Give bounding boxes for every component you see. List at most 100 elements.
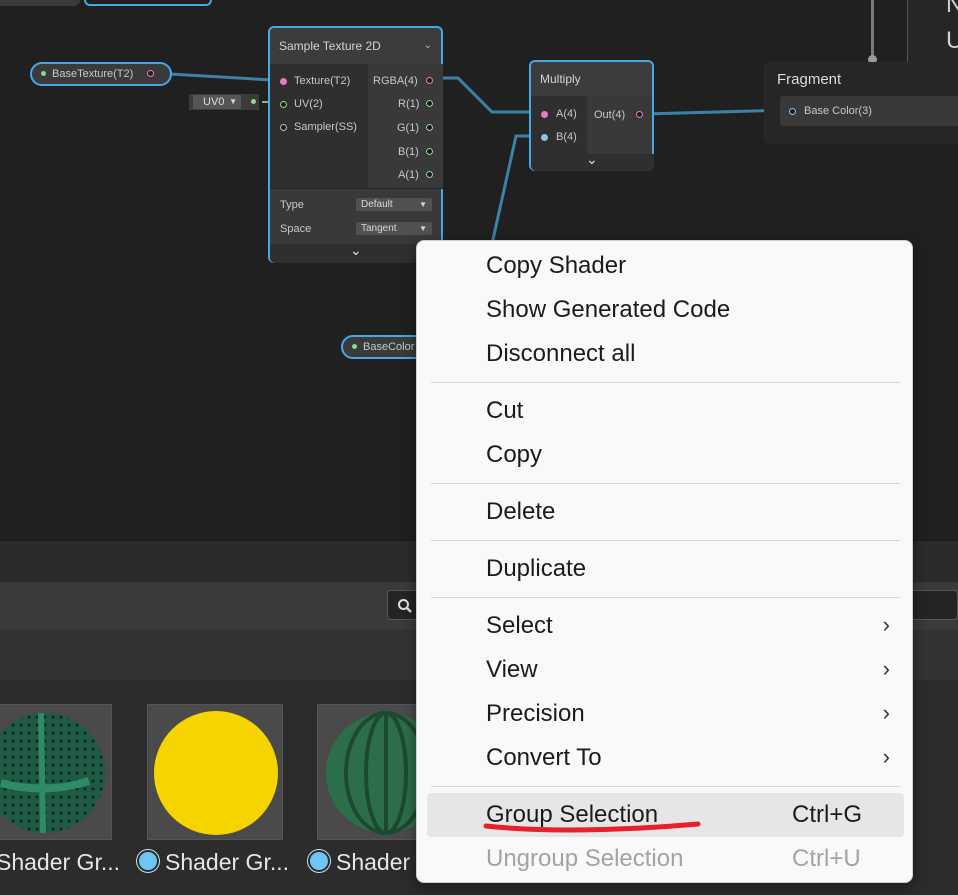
fragment-context[interactable]: Fragment Base Color(3) bbox=[764, 62, 958, 144]
menu-item-label: Select bbox=[486, 612, 553, 639]
input-label-a: A(4) bbox=[556, 108, 577, 120]
menu-item-convert-to[interactable]: Convert To › bbox=[427, 736, 904, 780]
output-label-out: Out(4) bbox=[594, 109, 626, 121]
node-title: Sample Texture 2D bbox=[279, 39, 381, 53]
asset-thumbnail-2[interactable] bbox=[147, 704, 283, 840]
submenu-arrow-icon: › bbox=[882, 612, 890, 637]
menu-item-label: View bbox=[486, 656, 538, 683]
output-port-a[interactable] bbox=[426, 171, 433, 178]
output-port-r[interactable] bbox=[426, 100, 433, 107]
output-label-r: R(1) bbox=[398, 98, 420, 110]
menu-item-disconnect-all[interactable]: Disconnect all bbox=[427, 332, 904, 376]
uv-inline-field[interactable]: UV0 ▼ bbox=[189, 94, 259, 110]
context-menu: Copy Shader Show Generated Code Disconne… bbox=[416, 240, 913, 883]
output-label-a: A(1) bbox=[398, 169, 419, 181]
asset-name: Shader bbox=[336, 849, 411, 875]
menu-item-precision[interactable]: Precision › bbox=[427, 692, 904, 736]
uv-dropdown[interactable]: UV0 ▼ bbox=[193, 95, 241, 109]
asset-thumbnail-1[interactable] bbox=[0, 704, 112, 840]
menu-item-label: Cut bbox=[486, 397, 524, 424]
uv-dropdown-value: UV0 bbox=[203, 96, 225, 108]
menu-item-label: Delete bbox=[486, 498, 556, 525]
menu-item-select[interactable]: Select › bbox=[427, 604, 904, 648]
annotation-underline bbox=[483, 821, 701, 833]
menu-item-ungroup-selection: Ungroup Selection Ctrl+U bbox=[427, 837, 904, 881]
menu-item-label: Show Generated Code bbox=[486, 296, 731, 323]
fragment-title: Fragment bbox=[777, 71, 842, 88]
asset-name: Shader Gr... bbox=[165, 849, 290, 875]
type-dropdown-value: Default bbox=[361, 199, 393, 210]
node-inputs-panel bbox=[531, 96, 587, 154]
output-port-g[interactable] bbox=[426, 124, 433, 131]
input-label-sampler: Sampler(SS) bbox=[294, 121, 357, 133]
menu-item-label: Copy bbox=[486, 441, 543, 468]
menu-separator bbox=[431, 483, 900, 484]
input-label-texture: Texture(T2) bbox=[294, 75, 351, 87]
menu-item-label: Duplicate bbox=[486, 555, 587, 582]
edge-basecolor-to-b bbox=[490, 134, 532, 245]
node-title: Multiply bbox=[540, 72, 581, 86]
node-header[interactable]: Multiply bbox=[531, 62, 652, 96]
output-port-rgba[interactable] bbox=[426, 77, 433, 84]
menu-separator bbox=[431, 540, 900, 541]
space-dropdown[interactable]: Tangent ▼ bbox=[356, 222, 432, 235]
multiply-node[interactable]: Multiply A(4) B(4) Out(4) ⌄ bbox=[529, 60, 654, 171]
dropdown-caret-icon: ▼ bbox=[419, 224, 427, 233]
menu-item-copy[interactable]: Copy bbox=[427, 433, 904, 477]
output-port-b[interactable] bbox=[426, 148, 433, 155]
asset-name: Shader Gr... bbox=[0, 849, 121, 875]
output-label-b: B(1) bbox=[398, 146, 419, 158]
fragment-block-base-color[interactable]: Base Color(3) bbox=[780, 96, 958, 126]
input-label-b: B(4) bbox=[556, 131, 577, 143]
menu-separator bbox=[431, 597, 900, 598]
type-label: Type bbox=[280, 199, 304, 211]
menu-item-duplicate[interactable]: Duplicate bbox=[427, 547, 904, 591]
sample-texture-2d-node[interactable]: Sample Texture 2D ⌄ Texture(T2) UV(2) Sa… bbox=[268, 26, 443, 263]
property-label: BaseTexture(T2) bbox=[52, 68, 134, 80]
output-label-rgba: RGBA(4) bbox=[373, 75, 418, 87]
node-header[interactable]: Sample Texture 2D ⌄ bbox=[270, 28, 441, 64]
asset-label-3[interactable]: Shader bbox=[308, 849, 410, 876]
menu-item-label: Disconnect all bbox=[486, 340, 636, 367]
space-label: Space bbox=[280, 223, 312, 235]
input-port-sampler[interactable] bbox=[280, 124, 287, 131]
menu-item-view[interactable]: View › bbox=[427, 648, 904, 692]
submenu-arrow-icon: › bbox=[882, 744, 890, 769]
property-port-dot bbox=[41, 71, 46, 76]
menu-item-shortcut: Ctrl+G bbox=[792, 801, 863, 828]
output-label-g: G(1) bbox=[397, 122, 419, 134]
sphere-preview-icon bbox=[0, 712, 105, 834]
menu-item-label: Precision bbox=[486, 700, 585, 727]
input-port-texture[interactable] bbox=[280, 78, 287, 85]
expand-chevron-icon: ⌄ bbox=[350, 242, 362, 258]
menu-item-shortcut: Ctrl+U bbox=[792, 845, 861, 872]
edge-rgba-to-a bbox=[432, 76, 532, 114]
space-dropdown-value: Tangent bbox=[361, 223, 397, 234]
sphere-preview-icon bbox=[154, 711, 278, 835]
fragment-port-base-color[interactable] bbox=[789, 108, 796, 115]
collapse-chevron-icon[interactable]: ⌄ bbox=[424, 28, 432, 64]
dropdown-caret-icon: ▼ bbox=[229, 97, 237, 106]
property-output-port[interactable] bbox=[147, 70, 154, 77]
menu-separator bbox=[431, 786, 900, 787]
fragment-port-label: Base Color(3) bbox=[804, 105, 872, 117]
menu-item-copy-shader[interactable]: Copy Shader bbox=[427, 244, 904, 288]
property-label: BaseColor bbox=[363, 341, 415, 353]
asset-label-1[interactable]: Shader Gr... bbox=[0, 849, 120, 876]
shader-graph-asset-icon bbox=[308, 850, 330, 872]
search-icon bbox=[398, 599, 412, 613]
type-dropdown[interactable]: Default ▼ bbox=[356, 198, 432, 211]
node-settings-divider bbox=[270, 188, 443, 189]
menu-item-delete[interactable]: Delete bbox=[427, 490, 904, 534]
menu-item-cut[interactable]: Cut bbox=[427, 389, 904, 433]
node-footer[interactable]: ⌄ bbox=[531, 151, 654, 171]
input-port-uv[interactable] bbox=[280, 101, 287, 108]
shader-graph-asset-icon bbox=[137, 850, 159, 872]
input-port-b[interactable] bbox=[541, 134, 548, 141]
input-port-a[interactable] bbox=[541, 111, 548, 118]
submenu-arrow-icon: › bbox=[882, 656, 890, 681]
menu-item-show-generated-code[interactable]: Show Generated Code bbox=[427, 288, 904, 332]
output-port-out[interactable] bbox=[636, 111, 643, 118]
property-node-basetexture[interactable]: BaseTexture(T2) bbox=[30, 62, 172, 86]
asset-label-2[interactable]: Shader Gr... bbox=[137, 849, 289, 876]
